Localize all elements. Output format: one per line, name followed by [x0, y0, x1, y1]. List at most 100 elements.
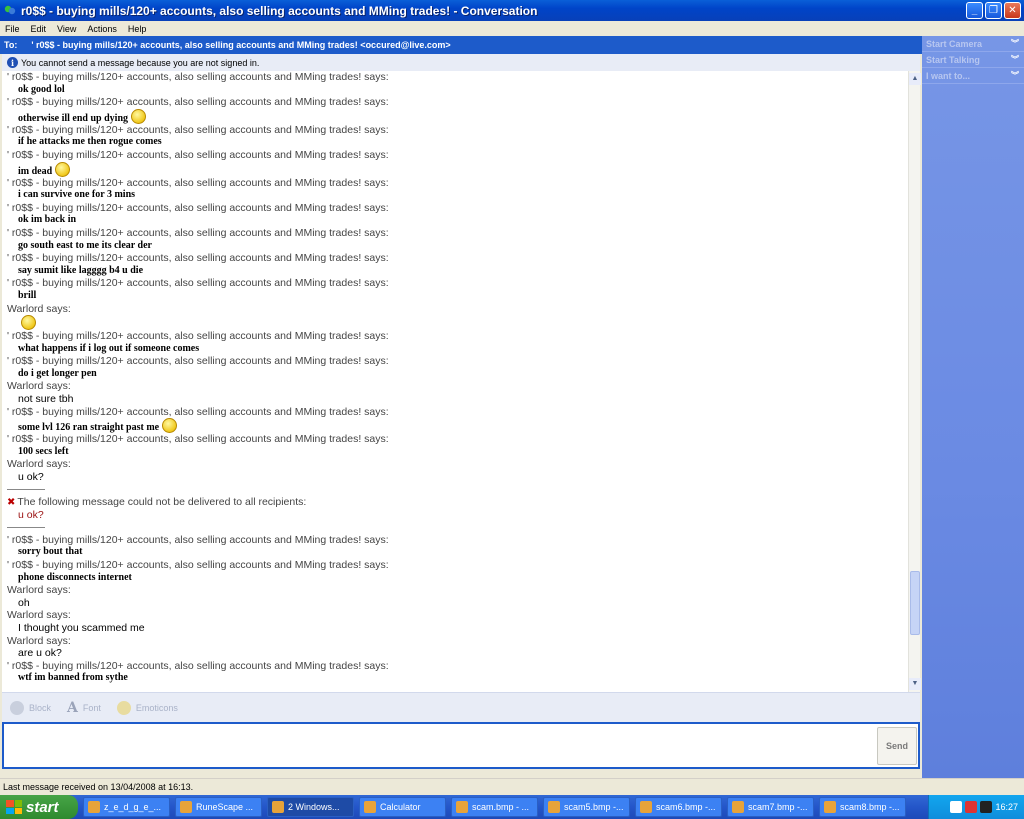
- taskbar-button-label: 2 Windows...: [288, 802, 340, 812]
- line-text: ' r0$$ - buying mills/120+ accounts, als…: [7, 405, 389, 418]
- line-text: brill: [18, 289, 37, 301]
- menu-help[interactable]: Help: [123, 24, 153, 34]
- sender-header: ' r0$$ - buying mills/120+ accounts, als…: [7, 277, 908, 290]
- menu-file[interactable]: File: [0, 24, 26, 34]
- minimize-button[interactable]: _: [966, 2, 983, 19]
- line-text: ok good lol: [18, 83, 65, 95]
- maximize-button[interactable]: ❐: [985, 2, 1002, 19]
- taskbar-button[interactable]: Calculator: [359, 797, 446, 817]
- recipient-bar: To: ' r0$$ - buying mills/120+ accounts,…: [0, 36, 922, 54]
- line-text: ok im back in: [18, 214, 77, 226]
- message-text: if he attacks me then rogue comes: [7, 136, 908, 149]
- sender-header: ' r0$$ - buying mills/120+ accounts, als…: [7, 660, 908, 673]
- message-text: do i get longer pen: [7, 368, 908, 381]
- menu-view[interactable]: View: [52, 24, 82, 34]
- app-icon: [824, 801, 836, 813]
- taskbar-button[interactable]: 2 Windows...: [267, 797, 354, 817]
- message-text: some lvl 126 ran straight past me: [7, 418, 908, 434]
- conversation-scrollbar[interactable]: ▲ ▼: [908, 71, 921, 692]
- menu-actions[interactable]: Actions: [82, 24, 123, 34]
- message-text: otherwise ill end up dying: [7, 108, 908, 124]
- sender-header: ' r0$$ - buying mills/120+ accounts, als…: [7, 355, 908, 368]
- line-text: some lvl 126 ran straight past me: [18, 422, 160, 434]
- app-icon: [548, 801, 560, 813]
- taskbar-button-label: Calculator: [380, 802, 421, 812]
- menu-edit[interactable]: Edit: [26, 24, 53, 34]
- sender-header: ' r0$$ - buying mills/120+ accounts, als…: [7, 96, 908, 109]
- tray-icon[interactable]: [950, 801, 963, 813]
- line-text: what happens if i log out if someone com…: [18, 342, 200, 354]
- taskbar: start z_e_d_g_e_... RuneScape ... 2 Window…: [0, 795, 1024, 819]
- send-button[interactable]: Send: [877, 727, 917, 765]
- line-text: do i get longer pen: [18, 367, 97, 379]
- status-bar: Last message received on 13/04/2008 at 1…: [0, 778, 1024, 795]
- taskbar-button[interactable]: scam8.bmp -...: [819, 797, 906, 817]
- sender-header: Warlord says:: [7, 635, 908, 648]
- message-text: are u ok?: [7, 647, 908, 660]
- sender-header: Warlord says:: [7, 609, 908, 622]
- line-text: go south east to me its clear der: [18, 239, 152, 251]
- app-icon: [88, 801, 100, 813]
- line-text: ' r0$$ - buying mills/120+ accounts, als…: [7, 252, 389, 265]
- sad-emoticon-icon: [131, 108, 147, 124]
- font-button[interactable]: A Font: [67, 700, 101, 716]
- scroll-up-icon[interactable]: ▲: [909, 73, 921, 85]
- compose-toolbar: Block A Font Emoticons: [2, 692, 920, 722]
- sad-emoticon-icon: [162, 418, 178, 434]
- sender-header: Warlord says:: [7, 458, 908, 471]
- separator: [7, 488, 45, 490]
- taskbar-button-label: scam6.bmp -...: [656, 802, 716, 812]
- message-input[interactable]: [2, 722, 920, 769]
- sender-header: ' r0$$ - buying mills/120+ accounts, als…: [7, 177, 908, 190]
- tray-icon[interactable]: [980, 801, 993, 813]
- start-camera-item[interactable]: Start Camera ︾: [922, 36, 1024, 52]
- sender-header: ' r0$$ - buying mills/120+ accounts, als…: [7, 559, 908, 572]
- conversation-history[interactable]: ' r0$$ - buying mills/120+ accounts, als…: [2, 71, 908, 692]
- line-text: ' r0$$ - buying mills/120+ accounts, als…: [7, 148, 389, 161]
- i-want-to-item[interactable]: I want to... ︾: [922, 68, 1024, 84]
- line-text: sorry bout that: [18, 546, 83, 558]
- line-text: Warlord says:: [7, 380, 71, 393]
- clock: 16:27: [995, 802, 1018, 812]
- start-talking-label: Start Talking: [926, 54, 980, 65]
- chevron-down-icon[interactable]: ︾: [1010, 55, 1020, 65]
- block-label: Block: [29, 702, 52, 713]
- taskbar-button[interactable]: scam.bmp - ...: [451, 797, 538, 817]
- message-text: im dead: [7, 161, 908, 177]
- confused-emoticon-icon: [55, 161, 71, 177]
- close-button[interactable]: ✕: [1004, 2, 1021, 19]
- font-icon: A: [67, 699, 78, 716]
- messenger-icon: [4, 5, 16, 14]
- recipient-name[interactable]: ' r0$$ - buying mills/120+ accounts, als…: [31, 40, 450, 50]
- to-label: To:: [4, 40, 18, 50]
- emoticon-icon: [116, 700, 131, 715]
- tray-icon[interactable]: [965, 801, 978, 813]
- sender-header: ' r0$$ - buying mills/120+ accounts, als…: [7, 71, 908, 84]
- side-panel: Start Camera ︾ Start Talking ︾ I want to…: [922, 36, 1024, 778]
- scroll-thumb[interactable]: [910, 571, 920, 635]
- taskbar-button[interactable]: scam6.bmp -...: [635, 797, 722, 817]
- line-text: ' r0$$ - buying mills/120+ accounts, als…: [7, 96, 389, 109]
- taskbar-button[interactable]: z_e_d_g_e_...: [83, 797, 170, 817]
- chevron-down-icon[interactable]: ︾: [1010, 71, 1020, 81]
- chevron-down-icon[interactable]: ︾: [1010, 39, 1020, 49]
- undelivered-message: u ok?: [7, 509, 908, 522]
- app-icon: [364, 801, 376, 813]
- taskbar-button[interactable]: RuneScape ...: [175, 797, 262, 817]
- sender-header: ' r0$$ - buying mills/120+ accounts, als…: [7, 149, 908, 162]
- line-text: are u ok?: [18, 647, 62, 660]
- emoticons-button[interactable]: Emoticons: [116, 700, 178, 715]
- taskbar-button[interactable]: scam5.bmp -...: [543, 797, 630, 817]
- line-text: oh: [18, 596, 30, 609]
- start-talking-item[interactable]: Start Talking ︾: [922, 52, 1024, 68]
- emoticons-label: Emoticons: [135, 702, 178, 713]
- sender-header: Warlord says:: [7, 303, 908, 316]
- scroll-down-icon[interactable]: ▼: [909, 678, 921, 690]
- block-button[interactable]: Block: [10, 700, 52, 715]
- start-button[interactable]: start: [0, 795, 78, 819]
- title-bar: r0$$ - buying mills/120+ accounts, also …: [0, 0, 1024, 21]
- line-text: Warlord says:: [7, 634, 71, 647]
- taskbar-button[interactable]: scam7.bmp -...: [727, 797, 814, 817]
- line-text: i can survive one for 3 mins: [18, 189, 136, 201]
- line-text: wtf im banned from sythe: [18, 672, 128, 684]
